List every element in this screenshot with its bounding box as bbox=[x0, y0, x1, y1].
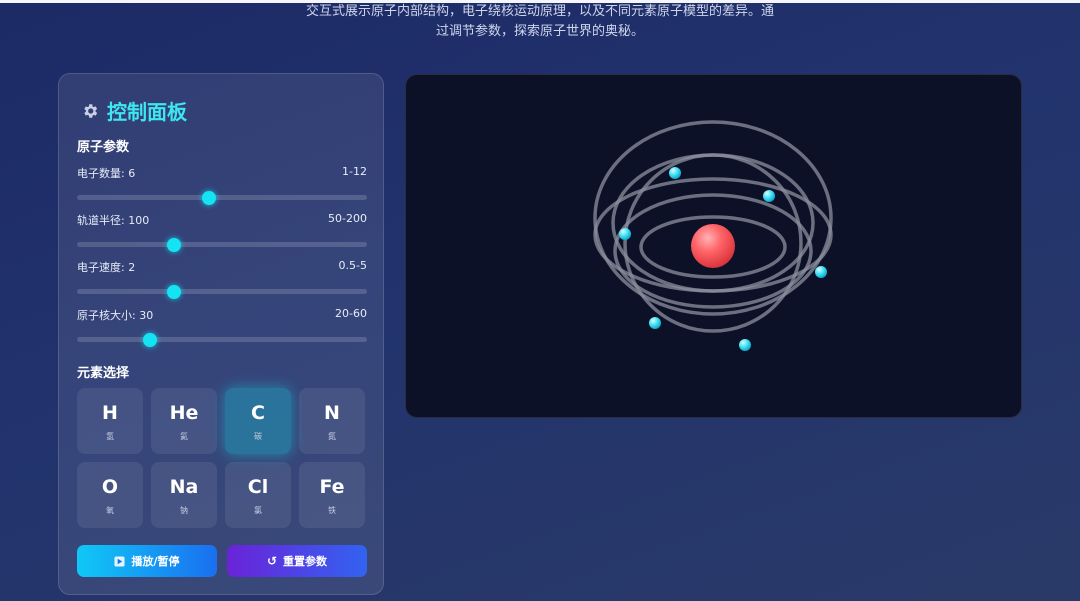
element-name: 氧 bbox=[106, 505, 114, 515]
electron bbox=[669, 167, 681, 179]
nucleus bbox=[691, 224, 735, 268]
element-symbol: H bbox=[102, 401, 118, 424]
element-symbol: Na bbox=[169, 475, 199, 498]
slider-label: 电子数量: 6 bbox=[77, 167, 136, 180]
electron-count-slider-row: 电子数量: 6 1-12 bbox=[77, 165, 367, 205]
intro-line-1: 交互式展示原子内部结构，电子绕核运动原理，以及不同元素原子模型的差异。通 bbox=[305, 4, 774, 19]
electron-speed-slider-row: 电子速度: 2 0.5-5 bbox=[77, 259, 367, 299]
element-symbol: O bbox=[101, 475, 119, 498]
element-na-button[interactable]: Na 钠 bbox=[151, 462, 217, 528]
intro-text: 交互式展示原子内部结构，电子绕核运动原理，以及不同元素原子模型的差异。通 过调节… bbox=[0, 2, 1080, 42]
element-o-button[interactable]: O氧 bbox=[77, 462, 143, 528]
panel-header: 控制面板 bbox=[81, 96, 187, 125]
element-c-button[interactable]: C碳 bbox=[225, 388, 291, 454]
slider-range: 0.5-5 bbox=[338, 259, 367, 272]
intro-line-2: 过调节参数，探索原子世界的奥秘。 bbox=[435, 24, 644, 39]
slider-thumb[interactable] bbox=[166, 237, 181, 252]
element-symbol: He bbox=[169, 401, 199, 424]
gear-icon bbox=[84, 103, 98, 118]
play-icon bbox=[114, 555, 126, 567]
slider-thumb[interactable] bbox=[201, 190, 216, 205]
reset-icon: ↺ bbox=[266, 554, 278, 568]
element-h-button[interactable]: H氢 bbox=[77, 388, 143, 454]
element-select-label: 元素选择 bbox=[77, 366, 130, 381]
play-pause-label: 播放/暂停 bbox=[131, 555, 180, 568]
electron-speed-slider[interactable] bbox=[77, 284, 367, 299]
element-name: 碳 bbox=[254, 431, 262, 441]
slider-thumb[interactable] bbox=[142, 332, 157, 347]
electron bbox=[815, 266, 827, 278]
element-symbol: C bbox=[251, 401, 265, 424]
element-name: 氮 bbox=[328, 431, 336, 441]
element-symbol: Cl bbox=[247, 475, 269, 498]
electron bbox=[649, 317, 661, 329]
slider-label: 轨道半径: 100 bbox=[77, 214, 150, 227]
element-name: 钠 bbox=[180, 505, 188, 515]
electron bbox=[619, 228, 631, 240]
slider-label: 电子速度: 2 bbox=[77, 261, 136, 274]
nucleus-size-slider[interactable] bbox=[77, 332, 367, 347]
element-symbol: Fe bbox=[319, 475, 345, 498]
orbit-radius-slider[interactable] bbox=[77, 237, 367, 252]
atom-params-label: 原子参数 bbox=[77, 140, 130, 155]
element-name: 氦 bbox=[180, 431, 188, 441]
slider-label: 原子核大小: 30 bbox=[77, 309, 154, 322]
element-grid: H氢 He 氦 C碳 N氮 O氧 Na 钠 Cl 氯 Fe 铁 bbox=[77, 388, 367, 528]
element-name: 铁 bbox=[328, 505, 336, 515]
orbit-ring bbox=[611, 153, 815, 293]
element-n-button[interactable]: N氮 bbox=[299, 388, 365, 454]
element-name: 氯 bbox=[254, 505, 262, 515]
electron-count-slider[interactable] bbox=[77, 190, 367, 205]
element-he-button[interactable]: He 氦 bbox=[151, 388, 217, 454]
element-name: 氢 bbox=[106, 431, 114, 441]
slider-thumb[interactable] bbox=[166, 284, 181, 299]
atom-visualization-canvas[interactable] bbox=[405, 74, 1022, 418]
slider-range: 1-12 bbox=[342, 165, 367, 178]
control-panel: 控制面板 原子参数 电子数量: 6 1-12 轨道半径: 100 50-200 电子… bbox=[58, 73, 384, 595]
element-symbol: N bbox=[324, 401, 340, 424]
slider-range: 50-200 bbox=[328, 212, 367, 225]
reset-params-button[interactable]: ↺ 重置参数 bbox=[227, 545, 367, 577]
slider-range: 20-60 bbox=[335, 307, 367, 320]
reset-label: 重置参数 bbox=[283, 555, 328, 568]
element-fe-button[interactable]: Fe 铁 bbox=[299, 462, 365, 528]
electron bbox=[739, 339, 751, 351]
orbit-radius-slider-row: 轨道半径: 100 50-200 bbox=[77, 212, 367, 252]
atom-model bbox=[593, 120, 833, 351]
panel-title: 控制面板 bbox=[107, 100, 187, 124]
element-cl-button[interactable]: Cl 氯 bbox=[225, 462, 291, 528]
electron bbox=[763, 190, 775, 202]
play-pause-button[interactable]: 播放/暂停 bbox=[77, 545, 217, 577]
nucleus-size-slider-row: 原子核大小: 30 20-60 bbox=[77, 307, 367, 347]
